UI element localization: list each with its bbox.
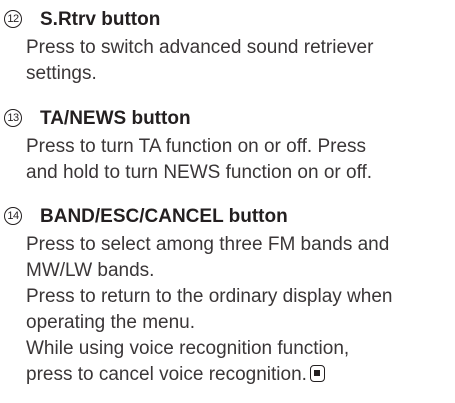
description-text: press to cancel voice recognition. (26, 364, 307, 385)
circled-number: 14 (4, 207, 22, 225)
section-header: 13 TA/NEWS button (0, 108, 455, 134)
section-header: 12 S.Rtrv button (0, 9, 455, 35)
section-header: 14 BAND/ESC/CANCEL button (0, 206, 455, 232)
description-line: While using voice recognition function, (26, 338, 350, 359)
circled-number: 12 (4, 10, 22, 28)
description-line: and hold to turn NEWS function on or off… (26, 162, 373, 183)
description-line: operating the menu. (26, 312, 196, 333)
description-line-last: press to cancel voice recognition. (26, 363, 325, 387)
section-ta-news-button: 13 TA/NEWS button Press to turn TA funct… (0, 108, 455, 183)
circled-number: 13 (4, 109, 22, 127)
section-title: S.Rtrv button (40, 9, 161, 30)
description-line: Press to switch advanced sound retriever (26, 37, 374, 58)
description-line: Press to select among three FM bands and (26, 234, 390, 255)
description-line: Press to return to the ordinary display … (26, 286, 393, 307)
description-line: MW/LW bands. (26, 260, 155, 281)
description-line: settings. (26, 63, 97, 84)
section-title: BAND/ESC/CANCEL button (40, 206, 288, 227)
end-of-section-icon (309, 365, 325, 382)
description-line: Press to turn TA function on or off. Pre… (26, 136, 367, 157)
section-title: TA/NEWS button (40, 108, 191, 129)
manual-page: 12 S.Rtrv button Press to switch advance… (0, 0, 455, 403)
section-band-esc-cancel-button: 14 BAND/ESC/CANCEL button Press to selec… (0, 206, 455, 385)
section-s-rtrv-button: 12 S.Rtrv button Press to switch advance… (0, 9, 455, 84)
